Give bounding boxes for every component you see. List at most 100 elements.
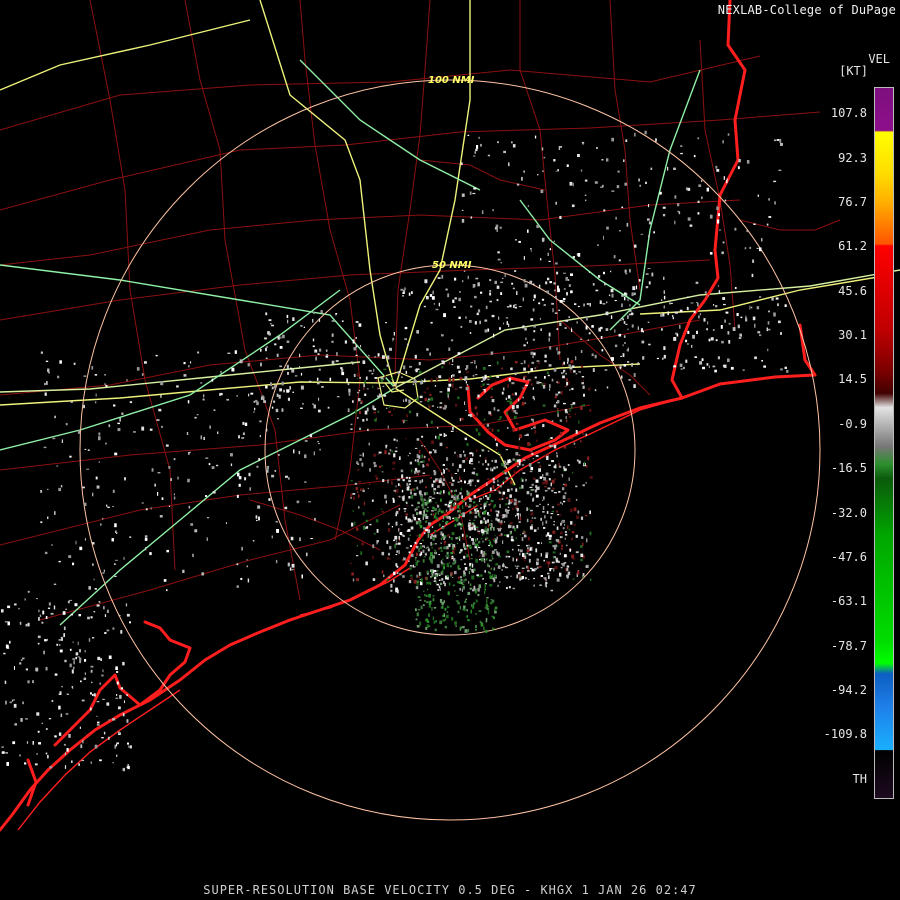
echo-pixel [592,283,595,286]
echo-pixel [457,352,461,355]
echo-pixel [554,545,557,550]
echo-pixel [188,365,190,368]
echo-pixel [459,492,462,495]
echo-pixel [475,365,477,369]
echo-pixel [560,531,563,535]
echo-pixel [355,321,359,323]
echo-pixel [382,479,385,483]
echo-pixel [66,748,69,752]
echo-pixel [437,504,440,508]
echo-pixel [605,328,609,331]
echo-pixel [116,742,119,745]
echo-pixel [477,489,480,491]
echo-pixel [457,601,460,605]
echo-pixel [366,526,369,529]
echo-pixel [691,344,693,348]
echo-pixel [392,461,396,465]
echo-pixel [553,520,555,523]
echo-pixel [623,321,626,324]
echo-pixel [496,285,500,289]
echo-pixel [484,503,487,505]
echo-pixel [352,400,354,403]
echo-pixel [452,546,454,550]
echo-pixel [413,517,416,521]
echo-pixel [491,599,495,603]
echo-pixel [479,555,481,557]
echo-pixel [357,417,359,419]
echo-pixel [568,413,571,415]
echo-pixel [421,479,424,483]
echo-pixel [173,493,175,496]
echo-pixel [584,514,588,517]
echo-pixel [519,434,522,439]
echo-pixel [236,494,239,498]
echo-pixel [527,458,530,460]
echo-pixel [539,317,541,320]
echo-pixel [574,413,576,415]
echo-pixel [403,508,407,510]
echo-pixel [427,400,430,403]
echo-pixel [482,367,486,370]
echo-pixel [653,231,655,234]
echo-pixel [438,554,440,556]
echo-pixel [54,511,56,515]
echo-pixel [493,505,496,509]
echo-pixel [91,681,93,684]
echo-pixel [512,498,514,503]
echo-pixel [595,289,599,292]
echo-pixel [376,529,379,533]
echo-pixel [431,546,433,549]
echo-pixel [444,607,447,611]
echo-pixel [416,459,420,463]
echo-pixel [395,447,398,449]
echo-pixel [480,143,482,147]
echo-pixel [550,437,553,439]
echo-pixel [645,273,649,275]
echo-pixel [497,510,500,514]
echo-pixel [531,483,534,486]
echo-pixel [491,314,495,318]
echo-pixel [465,409,467,411]
echo-pixel [406,343,409,346]
echo-pixel [438,573,440,575]
echo-pixel [467,591,471,595]
echo-pixel [461,588,464,592]
echo-pixel [565,276,568,281]
echo-pixel [4,621,8,623]
echo-pixel [465,545,467,549]
echo-pixel [451,476,453,480]
radar-map[interactable]: 100 NMI 50 NMI [0,0,900,900]
echo-pixel [600,336,603,339]
echo-pixel [432,449,435,451]
echo-pixel [498,529,501,532]
echo-pixel [442,482,445,486]
echo-pixel [476,145,479,149]
echo-pixel [411,504,414,507]
echo-pixel [431,526,434,529]
echo-pixel [470,558,473,560]
echo-pixel [383,574,385,578]
echo-pixel [406,486,410,491]
echo-pixel [94,401,97,404]
echo-pixel [460,527,462,530]
echo-pixel [506,567,509,569]
echo-pixel [501,569,503,571]
echo-pixel [693,155,696,158]
echo-pixel [387,425,389,429]
echo-pixel [418,576,420,578]
echo-pixel [495,224,499,228]
echo-pixel [406,501,408,505]
echo-pixel [559,514,562,516]
echo-pixel [531,428,533,430]
echo-pixel [464,563,466,565]
echo-pixel [717,356,720,360]
echo-pixel [418,362,421,366]
echo-pixel [460,513,463,516]
echo-pixel [318,409,321,413]
echo-pixel [547,487,551,490]
echo-pixel [505,503,508,506]
echo-pixel [426,620,430,623]
echo-pixel [101,737,104,739]
echo-pixel [551,489,554,492]
echo-pixel [117,422,120,425]
